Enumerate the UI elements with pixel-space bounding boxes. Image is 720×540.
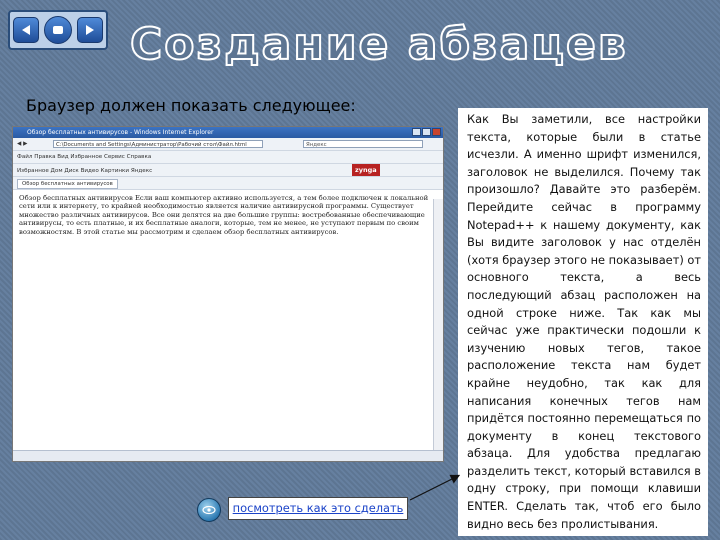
browser-address-bar: C:\Documents and Settings\Администратор\… <box>53 140 263 148</box>
browser-menu: Файл Правка Вид Избранное Сервис Справка <box>17 154 152 160</box>
browser-window-title: Обзор бесплатных антивирусов - Windows I… <box>27 129 214 136</box>
slide-title: Создание абзацев <box>129 18 628 71</box>
browser-title-bar: Обзор бесплатных антивирусов - Windows I… <box>13 127 443 138</box>
slide-subtitle: Браузер должен показать следующее: <box>26 96 356 115</box>
forward-arrow-icon <box>86 25 95 35</box>
home-icon <box>52 26 63 34</box>
home-button[interactable] <box>43 16 72 44</box>
show-how-link[interactable]: посмотреть как это сделать <box>228 497 408 520</box>
browser-links: Избранное Дом Диск Видео Картинки Яндекс <box>17 168 153 174</box>
back-button[interactable] <box>12 17 39 43</box>
nav-arrows-icon: ◀ ▶ <box>17 141 28 147</box>
browser-scrollbar <box>433 199 443 451</box>
browser-screenshot: Обзор бесплатных антивирусов - Windows I… <box>12 126 444 462</box>
eye-icon[interactable] <box>197 498 221 522</box>
forward-button[interactable] <box>77 17 104 43</box>
window-controls <box>412 128 441 136</box>
browser-address-row: ◀ ▶ C:\Documents and Settings\Администра… <box>13 138 443 151</box>
back-arrow-icon <box>21 25 30 35</box>
browser-links-row: Избранное Дом Диск Видео Картинки Яндекс… <box>13 164 443 177</box>
zynga-logo: zynga <box>351 164 380 176</box>
slide-navigation <box>8 10 108 50</box>
explanation-text: Как Вы заметили, все настройки текста, к… <box>467 112 701 531</box>
browser-tab-row: Обзор бесплатных антивирусов <box>13 177 443 190</box>
browser-status-bar <box>13 450 443 461</box>
browser-tab: Обзор бесплатных антивирусов <box>17 179 118 189</box>
browser-page-content: Обзор бесплатных антивирусов Если ваш ко… <box>19 194 429 236</box>
browser-menu-row: Файл Правка Вид Избранное Сервис Справка <box>13 151 443 164</box>
browser-search-box: Яндекс <box>303 140 423 148</box>
